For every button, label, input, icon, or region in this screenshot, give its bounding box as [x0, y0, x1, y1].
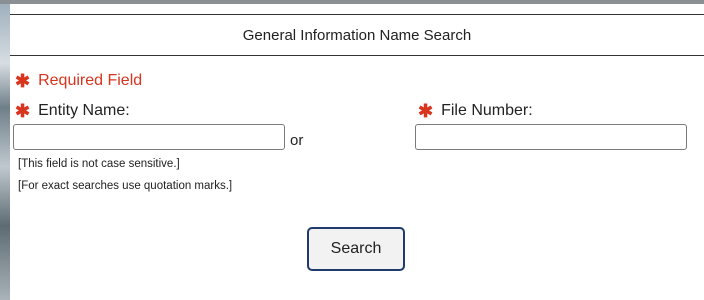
required-field-note: ✱ Required Field	[15, 72, 142, 90]
background-image-edge	[0, 4, 10, 300]
page-title-bar: General Information Name Search	[10, 14, 704, 56]
file-number-label-text: File Number:	[441, 102, 533, 119]
entity-name-input[interactable]	[13, 124, 285, 150]
page-title: General Information Name Search	[242, 26, 472, 44]
file-number-label: ✱ File Number:	[418, 102, 533, 120]
required-field-label: Required Field	[38, 72, 143, 89]
or-separator: or	[290, 132, 304, 149]
search-button[interactable]: Search	[307, 227, 405, 271]
case-sensitivity-hint: [This field is not case sensitive.]	[18, 158, 180, 170]
asterisk-icon: ✱	[418, 101, 434, 121]
exact-search-hint: [For exact searches use quotation marks.…	[18, 180, 233, 192]
file-number-input[interactable]	[415, 124, 687, 150]
page: General Information Name Search ✱ Requir…	[0, 0, 704, 300]
asterisk-icon: ✱	[15, 101, 31, 121]
asterisk-icon: ✱	[15, 71, 31, 91]
entity-name-label-text: Entity Name:	[38, 102, 130, 119]
entity-name-label: ✱ Entity Name:	[15, 102, 130, 120]
search-panel: General Information Name Search ✱ Requir…	[10, 4, 704, 300]
